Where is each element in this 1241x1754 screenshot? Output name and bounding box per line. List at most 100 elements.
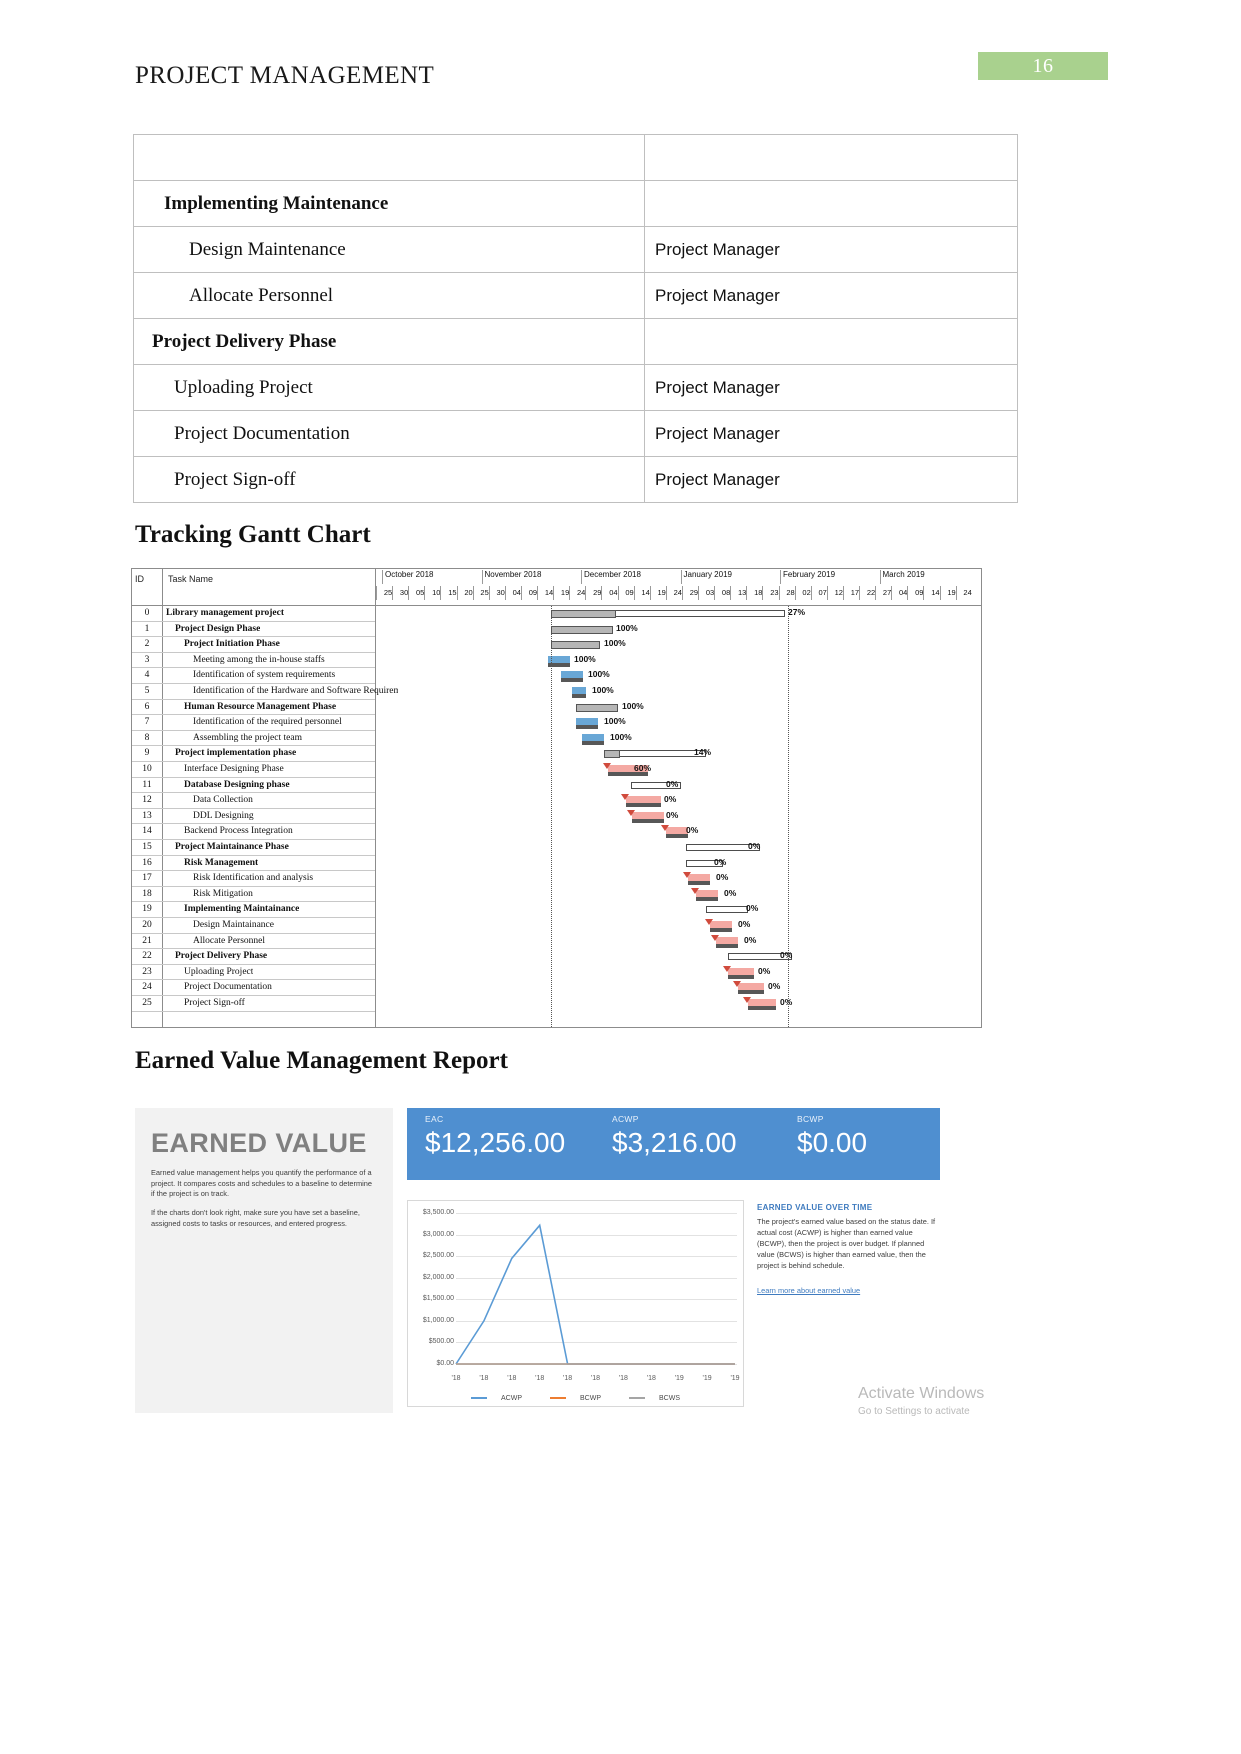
earned-value-report: EARNED VALUE Earned value management hel… <box>135 1108 980 1413</box>
owner-cell: Project Manager <box>644 456 1018 503</box>
gantt-row-id: 5 <box>144 686 150 696</box>
owner-cell <box>644 180 1018 227</box>
chart-x-tick-label: '18 <box>563 1375 573 1382</box>
gantt-row-divider <box>132 839 375 840</box>
watermark-line-1: Activate Windows <box>858 1385 985 1402</box>
gantt-percent-label: 0% <box>768 981 781 992</box>
gantt-row-name: Project Sign-off <box>184 998 245 1008</box>
gantt-percent-label: 0% <box>780 950 793 961</box>
gantt-percent-label: 100% <box>610 731 632 742</box>
gantt-percent-label: 0% <box>716 872 729 883</box>
gantt-row-name: Human Resource Management Phase <box>184 701 337 712</box>
table-row: Project Delivery Phase <box>133 318 1018 365</box>
gantt-row-name: Project Initiation Phase <box>184 639 280 650</box>
gantt-row-divider <box>132 932 375 934</box>
earned-value-title: EARNED VALUE <box>151 1128 367 1158</box>
gantt-summary-progress <box>576 703 618 712</box>
gantt-row-divider <box>132 823 375 825</box>
task-cell: Implementing Maintenance <box>133 180 645 227</box>
gantt-row-id: 21 <box>142 935 152 946</box>
gantt-row-id: 3 <box>144 654 150 665</box>
gantt-percent-label: 0% <box>724 887 737 898</box>
gantt-row-name: Risk Mitigation <box>193 888 253 899</box>
gantt-marker-icon <box>683 872 691 879</box>
chart-x-tick-label: '19 <box>702 1375 712 1382</box>
gantt-percent-label: 0% <box>714 856 727 867</box>
gantt-today-line <box>788 606 789 1027</box>
gantt-row-divider <box>132 745 375 747</box>
gantt-row-id: 24 <box>142 982 152 993</box>
gantt-row-id: 16 <box>142 857 152 868</box>
gantt-percent-label: 0% <box>686 825 699 836</box>
task-label: Allocate Personnel <box>189 284 334 306</box>
gantt-marker-icon <box>705 919 713 925</box>
legend-item-bcwp: BCWP <box>543 1395 608 1402</box>
task-cell: Project Sign-off <box>133 456 645 503</box>
side-note-heading: EARNED VALUE OVER TIME <box>757 1203 873 1212</box>
chart-x-tick-label: '18 <box>451 1375 461 1382</box>
gantt-percent-label: 100% <box>604 638 626 649</box>
owner-cell: Project Manager <box>644 226 1018 273</box>
gantt-marker-icon <box>603 763 611 769</box>
gantt-row-name: Backend Process Integration <box>184 826 293 837</box>
gantt-row-name: Implementing Maintainance <box>184 904 300 915</box>
legend-swatch <box>629 1397 645 1400</box>
legend-swatch <box>471 1397 487 1400</box>
task-label <box>144 147 152 168</box>
gantt-row-name: DDL Designing <box>193 810 254 821</box>
document-page: PROJECT MANAGEMENT 16 Implementing Maint… <box>0 0 1241 1754</box>
gantt-marker-icon <box>621 794 629 801</box>
gantt-percent-label: 100% <box>588 669 610 680</box>
gantt-marker-icon <box>627 809 635 816</box>
learn-more-link[interactable]: Learn more about earned value <box>757 1286 942 1295</box>
gantt-percent-label: 0% <box>744 934 757 945</box>
gantt-task-bar <box>710 921 732 928</box>
gantt-marker-icon <box>661 825 669 832</box>
gantt-task-bar <box>738 983 764 991</box>
task-label: Design Maintenance <box>189 238 346 260</box>
gantt-row-id: 6 <box>144 701 150 712</box>
gantt-row-name: Risk Management <box>184 857 259 868</box>
gantt-task-bar <box>688 874 710 882</box>
gantt-row-id: 12 <box>142 795 152 806</box>
task-label: Project Delivery Phase <box>152 330 337 352</box>
gantt-percent-label: 14% <box>694 747 712 758</box>
earned-value-paragraph-2: If the charts don't look right, make sur… <box>151 1208 360 1228</box>
table-row: Design Maintenance Project Manager <box>133 226 1018 273</box>
gantt-row-divider <box>132 620 375 622</box>
gantt-row-id: 19 <box>142 904 152 915</box>
gantt-col-name-label: Task Name <box>168 574 214 584</box>
table-row: Implementing Maintenance <box>133 180 1018 227</box>
table-row: Project Documentation Project Manager <box>133 410 1018 457</box>
gantt-percent-label: 100% <box>622 700 644 711</box>
gantt-baseline-bar <box>716 943 738 948</box>
gantt-row-name: Meeting among the in-house staffs <box>193 654 325 665</box>
chart-x-tick-label: '19 <box>730 1375 740 1382</box>
earned-value-side-note: EARNED VALUE OVER TIME The project's ear… <box>757 1203 942 1295</box>
gantt-task-bar <box>561 671 583 679</box>
gantt-row-divider <box>132 948 375 950</box>
gantt-row-id: 8 <box>144 732 150 743</box>
chart-x-tick-label: '19 <box>674 1375 684 1382</box>
task-cell: Allocate Personnel <box>133 272 645 319</box>
gantt-month-label: November 2018 <box>481 570 541 584</box>
gantt-row-name: Library management project <box>166 608 285 618</box>
tracking-gantt-chart: ID Task Name October 2018 November 2018 De… <box>131 568 982 1028</box>
gantt-marker-icon <box>723 965 731 972</box>
gantt-row-name: Identification of the required personnel <box>193 717 342 728</box>
gantt-baseline-bar <box>632 818 664 823</box>
gantt-col-id-label: ID <box>135 574 144 584</box>
gantt-row-name: Project Design Phase <box>175 623 261 634</box>
chart-x-tick-label: '18 <box>590 1375 601 1382</box>
owner-cell <box>644 318 1018 365</box>
side-note-paragraph: The project's earned value based on the … <box>757 1217 936 1271</box>
gantt-task-bar <box>716 936 738 944</box>
gantt-row-name: Assembling the project team <box>193 732 302 743</box>
gantt-row-id: 14 <box>142 826 152 837</box>
gantt-percent-label: 100% <box>592 685 614 695</box>
gantt-month-label: March 2019 <box>879 570 925 584</box>
gantt-marker-icon <box>691 887 699 894</box>
gantt-summary-progress <box>551 625 613 634</box>
legend-swatch <box>550 1397 566 1400</box>
table-row: Uploading Project Project Manager <box>133 364 1018 411</box>
